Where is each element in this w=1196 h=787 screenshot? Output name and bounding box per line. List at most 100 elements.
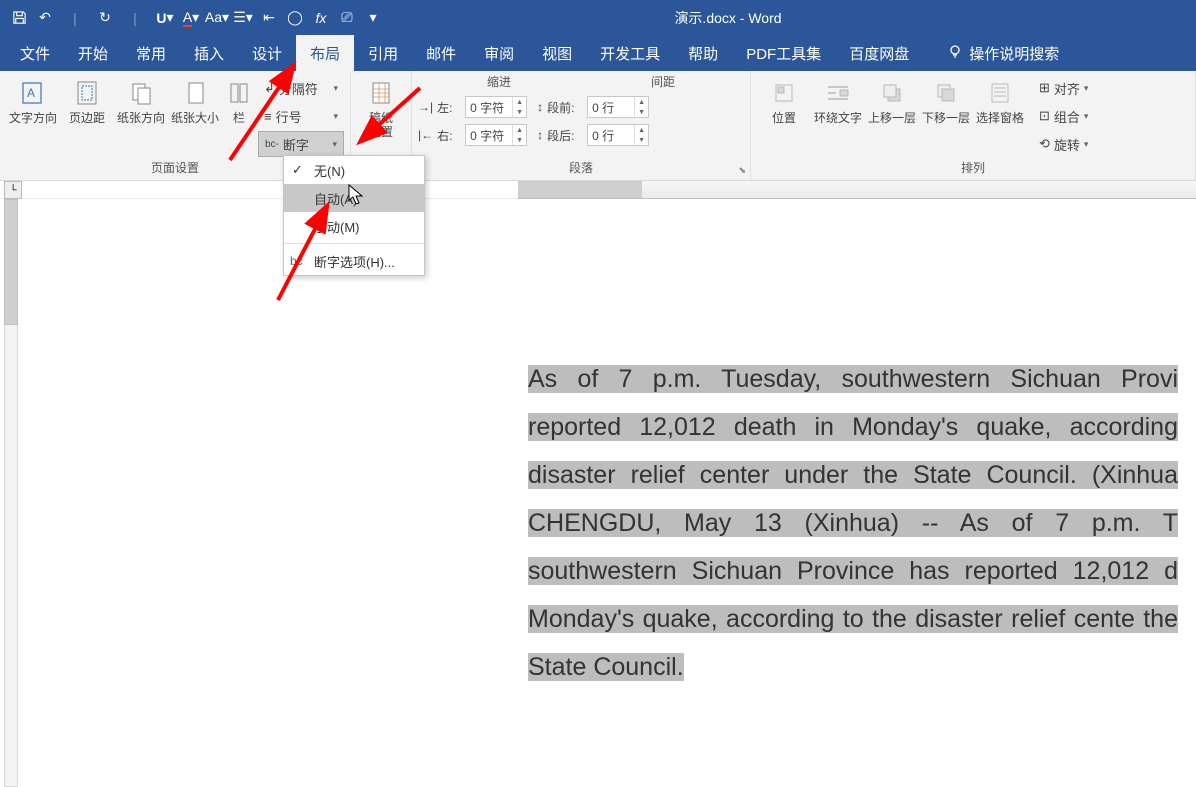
page: As of 7 p.m. Tuesday, southwestern Sichu… (518, 199, 1196, 721)
line-numbers-button[interactable]: ≡行号▾ (258, 103, 344, 129)
chevron-down-icon: ▾ (333, 111, 338, 122)
wrap-text-button[interactable]: 环绕文字 (811, 75, 865, 125)
size-button[interactable]: 纸张大小 (168, 75, 222, 125)
change-case-icon[interactable]: Aa▾ (204, 5, 230, 31)
space-before-icon: ↕ (537, 100, 543, 114)
svg-text:A: A (27, 86, 35, 100)
tab-common[interactable]: 常用 (122, 35, 180, 71)
spacing-title: 间距 (588, 73, 738, 90)
tab-references[interactable]: 引用 (354, 35, 412, 71)
menu-item-manual[interactable]: 手动(M) (284, 212, 424, 240)
tab-design[interactable]: 设计 (238, 35, 296, 71)
margins-icon (71, 77, 103, 109)
indent-left-input[interactable]: 0 字符▲▼ (465, 96, 527, 118)
breaks-button[interactable]: ↲分隔符▾ (258, 75, 344, 101)
group-button[interactable]: ⊡组合▾ (1033, 103, 1094, 129)
text-direction-button[interactable]: A 文字方向 (6, 75, 60, 125)
undo-icon[interactable]: ↶ (32, 5, 58, 31)
font-color-icon[interactable]: A▾ (178, 5, 204, 31)
spin-down-icon[interactable]: ▼ (635, 135, 648, 145)
columns-button[interactable]: 栏 (222, 75, 256, 125)
rotate-button[interactable]: ⟲旋转▾ (1033, 131, 1094, 157)
spin-down-icon[interactable]: ▼ (635, 107, 648, 117)
underline-icon[interactable]: U▾ (152, 5, 178, 31)
tab-pdf[interactable]: PDF工具集 (732, 35, 835, 71)
align-button[interactable]: ⊞对齐▾ (1033, 75, 1094, 101)
formula-icon[interactable]: fx (308, 5, 334, 31)
indent-left-icon: →| (418, 100, 433, 114)
dialog-launcher-icon[interactable]: ⬊ (738, 165, 746, 176)
document-area: As of 7 p.m. Tuesday, southwestern Sichu… (0, 199, 1196, 787)
manuscript-icon (365, 77, 397, 109)
spin-down-icon[interactable]: ▼ (513, 135, 526, 145)
position-button[interactable]: 位置 (757, 75, 811, 125)
group-icon: ⊡ (1039, 108, 1050, 124)
chevron-down-icon: ▾ (333, 83, 338, 94)
tab-layout[interactable]: 布局 (296, 35, 354, 71)
spin-up-icon[interactable]: ▲ (635, 125, 648, 135)
bring-forward-button[interactable]: 上移一层 (865, 75, 919, 125)
tab-insert[interactable]: 插入 (180, 35, 238, 71)
tab-search[interactable]: 操作说明搜索 (933, 35, 1073, 71)
margins-button[interactable]: 页边距 (60, 75, 114, 125)
qat-more-icon[interactable]: ▾ (360, 5, 386, 31)
screenshot-icon[interactable]: ⎚ (334, 5, 360, 31)
search-label: 操作说明搜索 (969, 43, 1059, 64)
horizontal-ruler[interactable] (518, 181, 1196, 199)
send-backward-button[interactable]: 下移一层 (919, 75, 973, 125)
tab-baidu[interactable]: 百度网盘 (835, 35, 923, 71)
tab-file[interactable]: 文件 (6, 35, 64, 71)
group-label-arrange: 排列 (751, 157, 1195, 180)
menu-item-none[interactable]: 无(N) (284, 156, 424, 184)
selection-icon (984, 77, 1016, 109)
tab-selector[interactable]: └ (4, 181, 22, 199)
space-before-input[interactable]: 0 行▲▼ (587, 96, 649, 118)
outdent-icon[interactable]: ⇤ (256, 5, 282, 31)
tab-home[interactable]: 开始 (64, 35, 122, 71)
spin-down-icon[interactable]: ▼ (513, 107, 526, 117)
selection-pane-button[interactable]: 选择窗格 (973, 75, 1027, 125)
manuscript-button[interactable]: 稿纸 设置 (357, 75, 405, 139)
bulb-icon (947, 43, 963, 63)
indent-left-row: →| 左: 0 字符▲▼ (418, 94, 527, 120)
tab-dev[interactable]: 开发工具 (586, 35, 674, 71)
group-label-paragraph: 段落⬊ (412, 157, 750, 180)
redo-icon[interactable]: ↻ (92, 5, 118, 31)
wrap-icon (822, 77, 854, 109)
ribbon: A 文字方向 页边距 纸张方向 纸张大小 栏 ↲分隔符▾ ≡行号▾ (0, 71, 1196, 181)
spin-up-icon[interactable]: ▲ (635, 97, 648, 107)
backward-icon (930, 77, 962, 109)
indent-right-input[interactable]: 0 字符▲▼ (465, 124, 527, 146)
save-icon[interactable] (6, 5, 32, 31)
shape-circle-icon[interactable]: ◯ (282, 5, 308, 31)
app-title: 演示.docx - Word (386, 8, 1070, 28)
spin-up-icon[interactable]: ▲ (513, 97, 526, 107)
orientation-button[interactable]: 纸张方向 (114, 75, 168, 125)
vertical-ruler[interactable] (0, 199, 22, 787)
forward-icon (876, 77, 908, 109)
orientation-icon (125, 77, 157, 109)
space-after-input[interactable]: 0 行▲▼ (587, 124, 649, 146)
chevron-down-icon: ▾ (332, 139, 337, 150)
tab-view[interactable]: 视图 (528, 35, 586, 71)
quick-access-toolbar: ↶ | ↻ | U▾ A▾ Aa▾ ☰▾ ⇤ ◯ fx ⎚ ▾ (6, 5, 386, 31)
group-arrange: 位置 环绕文字 上移一层 下移一层 选择窗格 ⊞对齐▾ ⊡组合▾ ⟲旋转▾ 排列 (751, 71, 1196, 180)
list-icon[interactable]: ☰▾ (230, 5, 256, 31)
hyphenation-icon: bc- (265, 139, 279, 150)
indent-right-icon: |← (418, 128, 433, 142)
spin-up-icon[interactable]: ▲ (513, 125, 526, 135)
titlebar: ↶ | ↻ | U▾ A▾ Aa▾ ☰▾ ⇤ ◯ fx ⎚ ▾ 演示.docx … (0, 0, 1196, 35)
document-paragraph[interactable]: As of 7 p.m. Tuesday, southwestern Sichu… (518, 325, 1196, 721)
indent-right-row: |← 右: 0 字符▲▼ (418, 122, 527, 148)
hyphenation-icon: bc (290, 254, 303, 268)
tab-mail[interactable]: 邮件 (412, 35, 470, 71)
breaks-icon: ↲ (264, 80, 275, 96)
group-paragraph: 缩进 间距 →| 左: 0 字符▲▼ |← 右: 0 字符▲▼ (412, 71, 751, 180)
hyphenation-button[interactable]: bc-断字▾ (258, 131, 344, 157)
columns-icon (223, 77, 255, 109)
space-after-row: ↕ 段后: 0 行▲▼ (537, 122, 649, 148)
separator-icon: | (62, 5, 88, 31)
tab-help[interactable]: 帮助 (674, 35, 732, 71)
menu-item-options[interactable]: bc断字选项(H)... (284, 247, 424, 275)
tab-review[interactable]: 审阅 (470, 35, 528, 71)
